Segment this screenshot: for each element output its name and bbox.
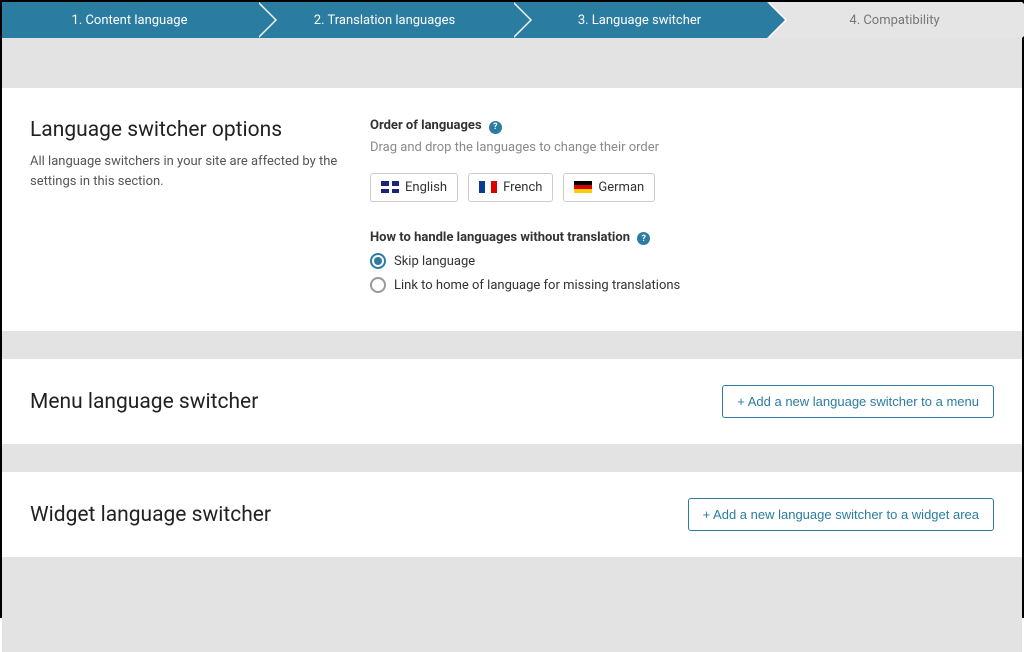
language-chip-label: French	[503, 180, 542, 195]
options-panel-header: Language switcher options All language s…	[30, 118, 340, 301]
language-chip-label: English	[405, 180, 447, 195]
missing-label: How to handle languages without translat…	[370, 230, 994, 246]
missing-options: Skip language Link to home of language fo…	[370, 253, 994, 293]
wizard-steps: 1. Content language2. Translation langua…	[2, 2, 1022, 38]
widget-switcher-panel: Widget language switcher + Add a new lan…	[2, 472, 1022, 557]
radio-option[interactable]: Link to home of language for missing tra…	[370, 277, 994, 293]
options-panel-body: Order of languages ? Drag and drop the l…	[370, 118, 994, 301]
menu-switcher-panel: Menu language switcher + Add a new langu…	[2, 359, 1022, 444]
language-chip[interactable]: English	[370, 173, 458, 202]
radio-label: Link to home of language for missing tra…	[394, 278, 680, 293]
missing-label-text: How to handle languages without translat…	[370, 230, 630, 245]
spacer	[2, 331, 1022, 359]
options-panel: Language switcher options All language s…	[2, 88, 1022, 331]
order-label-text: Order of languages	[370, 118, 482, 133]
menu-switcher-title: Menu language switcher	[30, 390, 258, 414]
wizard-step[interactable]: 4. Compatibility	[767, 2, 1022, 38]
flag-icon	[381, 181, 399, 193]
spacer	[2, 38, 1022, 88]
language-chips: English French German	[370, 173, 994, 202]
spacer	[2, 444, 1022, 472]
page-content: Language switcher options All language s…	[2, 38, 1022, 652]
language-chip-label: German	[598, 180, 644, 195]
radio-icon	[370, 277, 386, 293]
flag-icon	[479, 181, 497, 193]
add-widget-switcher-button[interactable]: + Add a new language switcher to a widge…	[688, 498, 994, 531]
wizard-step[interactable]: 3. Language switcher	[512, 2, 767, 38]
radio-label: Skip language	[394, 254, 475, 269]
help-icon[interactable]: ?	[489, 121, 502, 134]
options-subtitle: All language switchers in your site are …	[30, 152, 340, 191]
options-title: Language switcher options	[30, 118, 340, 142]
flag-icon	[574, 181, 592, 193]
language-chip[interactable]: French	[468, 173, 553, 202]
help-icon[interactable]: ?	[637, 232, 650, 245]
radio-icon	[370, 253, 386, 269]
add-menu-switcher-button[interactable]: + Add a new language switcher to a menu	[722, 385, 994, 418]
radio-option[interactable]: Skip language	[370, 253, 994, 269]
language-chip[interactable]: German	[563, 173, 655, 202]
order-hint: Drag and drop the languages to change th…	[370, 140, 994, 155]
wizard-step[interactable]: 1. Content language	[2, 2, 257, 38]
wizard-step[interactable]: 2. Translation languages	[257, 2, 512, 38]
order-label: Order of languages ?	[370, 118, 994, 134]
widget-switcher-title: Widget language switcher	[30, 503, 271, 527]
